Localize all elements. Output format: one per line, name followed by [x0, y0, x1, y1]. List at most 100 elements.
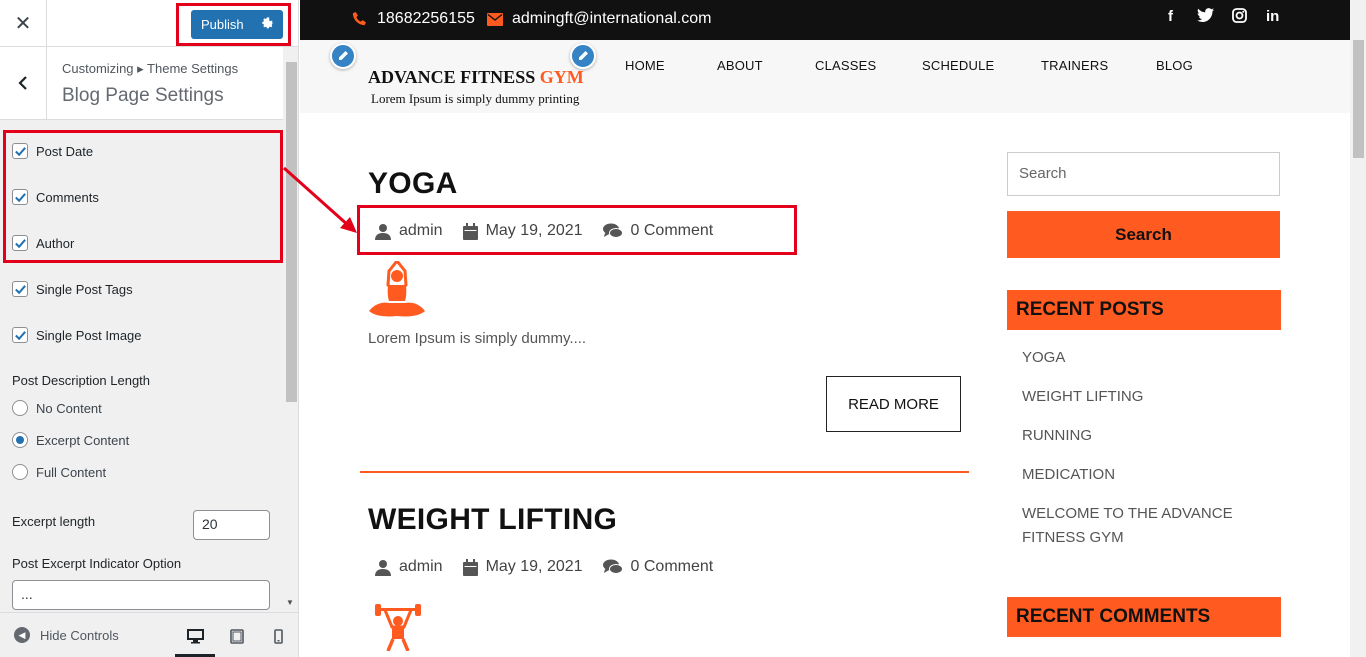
email-contact[interactable]: admingft@international.com [487, 10, 711, 28]
comments-icon [602, 223, 623, 238]
twitter-icon[interactable] [1197, 8, 1214, 26]
section-title: Blog Page Settings [62, 85, 224, 106]
collapse-arrow-icon: ◀ [14, 627, 30, 643]
checkbox-single-post-tags[interactable]: Single Post Tags [12, 281, 133, 297]
nav-classes[interactable]: CLASSES [815, 58, 876, 73]
comments-icon [602, 559, 623, 574]
chevron-left-icon [18, 76, 27, 90]
post-comments[interactable]: 0 Comment [602, 222, 713, 240]
site-preview: 18682256155 admingft@international.com f… [300, 0, 1366, 657]
nav-home[interactable]: HOME [625, 58, 665, 73]
scroll-down-arrow-icon[interactable]: ▼ [286, 598, 294, 607]
search-button[interactable]: Search [1007, 211, 1280, 258]
post-author[interactable]: admin [375, 222, 443, 240]
nav-schedule[interactable]: SCHEDULE [922, 58, 994, 73]
sidebar-scroll-thumb[interactable] [286, 62, 297, 402]
date-text: May 19, 2021 [485, 558, 583, 575]
radio-excerpt-content[interactable]: Excerpt Content [12, 432, 129, 448]
post-comments[interactable]: 0 Comment [602, 558, 714, 576]
post-author[interactable]: admin [375, 558, 443, 576]
checkbox-label: Single Post Image [36, 327, 142, 343]
logo-main-text: ADVANCE FITNESS [368, 67, 540, 87]
recent-comments-title: RECENT COMMENTS [1007, 597, 1281, 637]
post-title[interactable]: YOGA [368, 167, 458, 201]
recent-post-link[interactable]: WELCOME TO THE ADVANCE FITNESS GYM [1022, 502, 1262, 550]
close-icon: ✕ [14, 12, 32, 35]
yoga-icon [367, 259, 427, 324]
radio-icon[interactable] [12, 464, 28, 480]
site-logo[interactable]: ADVANCE FITNESS GYM [368, 67, 584, 88]
radio-icon[interactable] [12, 400, 28, 416]
phone-contact[interactable]: 18682256155 [352, 10, 475, 28]
radio-full-content[interactable]: Full Content [12, 464, 106, 480]
nav-trainers[interactable]: TRAINERS [1041, 58, 1108, 73]
post-date[interactable]: May 19, 2021 [462, 558, 583, 576]
phone-number: 18682256155 [377, 10, 475, 27]
recent-post-link[interactable]: RUNNING [1022, 424, 1262, 448]
preview-scroll-thumb[interactable] [1353, 40, 1364, 158]
excerpt-indicator-input[interactable]: ... [12, 580, 270, 610]
edit-logo-pencil-icon[interactable] [330, 43, 356, 69]
back-button[interactable] [0, 47, 47, 119]
site-navbar: ADVANCE FITNESS GYM Lorem Ipsum is simpl… [300, 40, 1350, 113]
read-more-button[interactable]: READ MORE [826, 376, 961, 432]
post-date[interactable]: May 19, 2021 [462, 222, 583, 240]
weightlifting-icon [375, 601, 421, 656]
breadcrumb: Customizing ▸ Theme Settings [62, 61, 239, 76]
desktop-preview-icon[interactable] [184, 625, 206, 647]
gear-icon[interactable] [261, 16, 275, 33]
date-text: May 19, 2021 [485, 222, 583, 239]
indicator-label: Post Excerpt Indicator Option [12, 556, 182, 571]
post-excerpt: Lorem Ipsum is simply dummy.... [368, 330, 587, 347]
recent-post-link[interactable]: WEIGHT LIFTING [1022, 385, 1262, 409]
checkbox-checked-icon[interactable] [12, 281, 28, 297]
facebook-icon[interactable]: f [1168, 8, 1173, 25]
linkedin-icon[interactable]: in [1266, 8, 1279, 25]
hide-controls-button[interactable]: ◀ Hide Controls [14, 627, 119, 643]
radio-label: No Content [36, 400, 102, 416]
comments-text: 0 Comment [630, 558, 714, 575]
author-name: admin [399, 222, 443, 239]
instagram-icon[interactable] [1232, 8, 1247, 27]
radio-selected-icon[interactable] [12, 432, 28, 448]
recent-post-link[interactable]: MEDICATION [1022, 463, 1262, 487]
author-name: admin [399, 558, 443, 575]
checkbox-comments[interactable]: Comments [12, 189, 99, 205]
checkbox-author[interactable]: Author [12, 235, 74, 251]
excerpt-length-label: Excerpt length [12, 514, 96, 529]
post-title[interactable]: WEIGHT LIFTING [368, 503, 617, 537]
checkbox-single-post-image[interactable]: Single Post Image [12, 327, 142, 343]
checkbox-label: Single Post Tags [36, 281, 133, 297]
recent-post-link[interactable]: YOGA [1022, 346, 1262, 370]
user-icon [375, 559, 391, 576]
customizer-footer: ◀ Hide Controls [0, 612, 298, 657]
checkbox-checked-icon[interactable] [12, 327, 28, 343]
phone-icon [352, 11, 368, 27]
section-header: Customizing ▸ Theme Settings Blog Page S… [0, 47, 283, 120]
post-meta: admin May 19, 2021 0 Comment [375, 222, 733, 240]
search-input[interactable]: Search [1007, 152, 1280, 196]
calendar-icon [462, 558, 478, 576]
desc-length-heading: Post Description Length [12, 373, 150, 388]
checkbox-post-date[interactable]: Post Date [12, 143, 93, 159]
post-divider [360, 471, 969, 473]
nav-blog[interactable]: BLOG [1156, 58, 1193, 73]
customizer-header: ✕ Publish [0, 0, 298, 47]
edit-menu-pencil-icon[interactable] [570, 43, 596, 69]
checkbox-checked-icon[interactable] [12, 189, 28, 205]
excerpt-length-input[interactable]: 20 [193, 510, 270, 540]
checkbox-checked-icon[interactable] [12, 235, 28, 251]
user-icon [375, 223, 391, 240]
close-customizer-button[interactable]: ✕ [0, 0, 47, 46]
checkbox-checked-icon[interactable] [12, 143, 28, 159]
checkbox-label: Post Date [36, 143, 94, 159]
calendar-icon [462, 222, 478, 240]
indicator-heading: Post Excerpt Indicator Option [12, 556, 181, 571]
mobile-preview-icon[interactable] [267, 625, 289, 647]
tablet-preview-icon[interactable] [226, 625, 248, 647]
checkbox-label: Author [36, 235, 75, 251]
radio-no-content[interactable]: No Content [12, 400, 102, 416]
site-tagline: Lorem Ipsum is simply dummy printing [371, 91, 580, 106]
publish-button[interactable]: Publish [191, 10, 283, 39]
nav-about[interactable]: ABOUT [717, 58, 763, 73]
